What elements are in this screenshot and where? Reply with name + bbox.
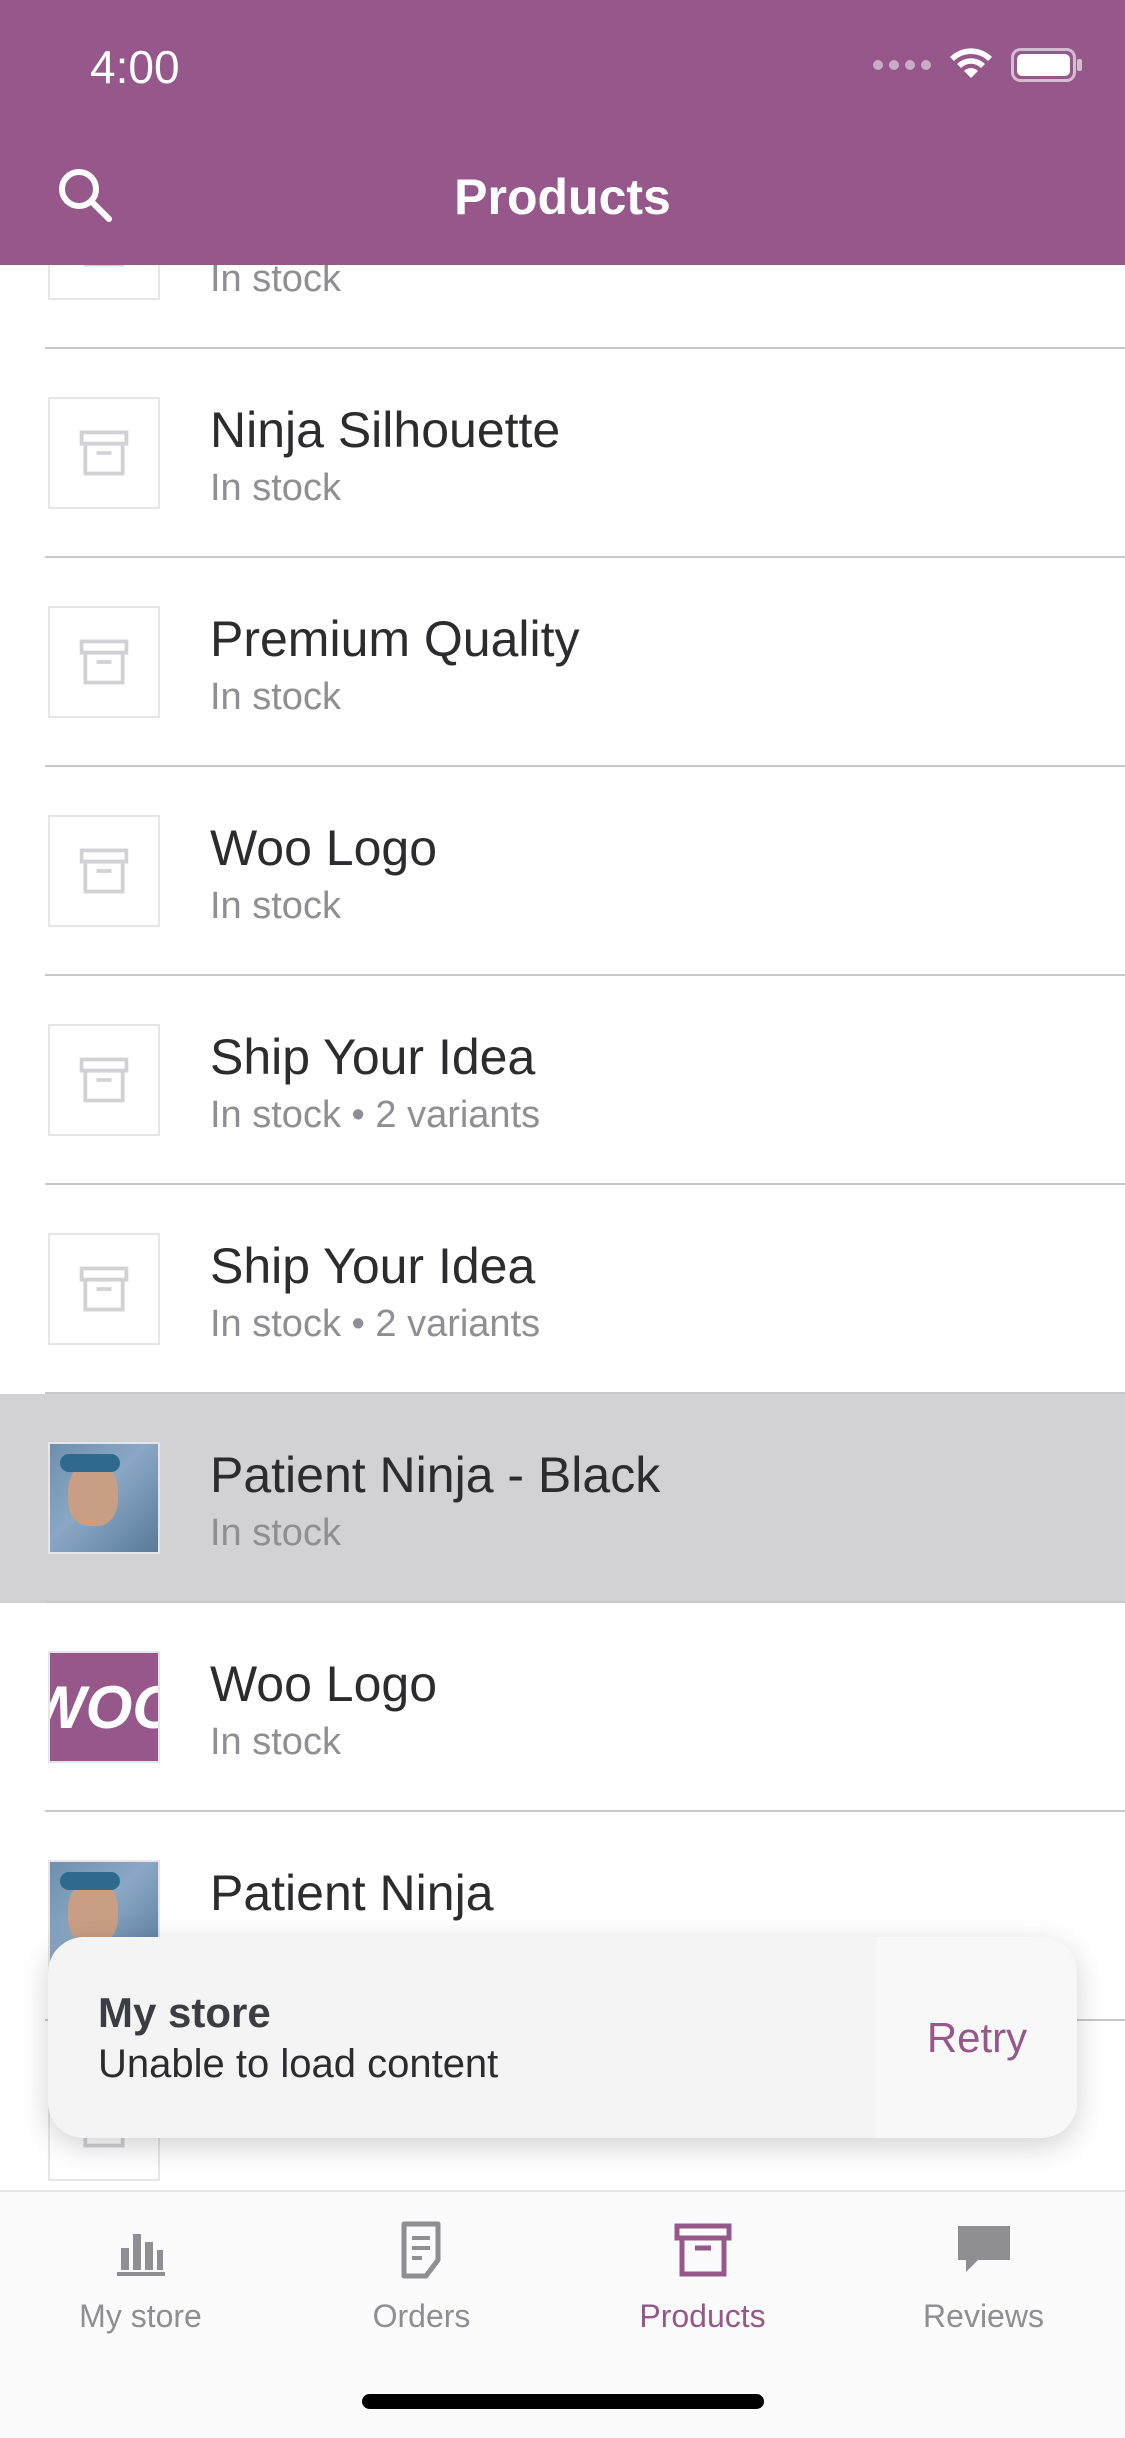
stock-label: In stock bbox=[210, 1512, 341, 1554]
bullet-separator: • bbox=[340, 1094, 376, 1136]
product-row[interactable]: Premium Quality In stock bbox=[0, 558, 1125, 767]
navigation-header: 4:00 Products bbox=[0, 0, 1125, 265]
woo-logo-thumbnail: WOO bbox=[48, 1651, 160, 1763]
product-stock-status: In stock bbox=[210, 467, 341, 510]
tab-reviews[interactable]: Reviews bbox=[843, 2192, 1124, 2352]
speech-bubble-icon bbox=[957, 2226, 1010, 2272]
product-row[interactable]: Woo Logo In stock bbox=[0, 767, 1125, 976]
product-name: Premium Quality bbox=[210, 611, 580, 667]
page-title: Products bbox=[454, 169, 671, 225]
product-name: Ship Your Idea bbox=[210, 1238, 536, 1294]
product-name: Ship Your Idea bbox=[210, 1029, 536, 1085]
product-row[interactable]: Ninja Silhouette In stock bbox=[0, 349, 1125, 558]
product-stock-status: In stock • 2 variants bbox=[210, 1094, 540, 1137]
product-placeholder-icon bbox=[48, 265, 160, 300]
product-row[interactable]: Patient Ninja - Black In stock bbox=[0, 1394, 1125, 1603]
status-bar-time: 4:00 bbox=[90, 41, 180, 93]
tab-my-store[interactable]: My store bbox=[0, 2192, 281, 2352]
tab-products[interactable]: Products bbox=[562, 2192, 843, 2352]
product-stock-status: In stock bbox=[210, 676, 341, 719]
product-placeholder-icon bbox=[48, 397, 160, 509]
product-name: Woo Logo bbox=[210, 820, 438, 876]
retry-button[interactable]: Retry bbox=[877, 1937, 1077, 2138]
product-stock-status: In stock • 2 variants bbox=[210, 1303, 540, 1346]
tab-orders[interactable]: Orders bbox=[281, 2192, 562, 2352]
stock-label: In stock bbox=[210, 265, 341, 300]
stock-label: In stock bbox=[210, 467, 341, 509]
battery-icon bbox=[1011, 48, 1083, 82]
archive-box-icon bbox=[674, 2223, 731, 2277]
bar-chart-icon bbox=[116, 2234, 165, 2276]
product-photo bbox=[48, 1442, 160, 1554]
product-name: Patient Ninja bbox=[210, 1865, 494, 1921]
product-row[interactable]: Woo NinjaIn stock bbox=[0, 265, 1125, 349]
variants-count: 2 variants bbox=[375, 1303, 541, 1345]
product-row[interactable]: Ship Your Idea In stock • 2 variants bbox=[0, 976, 1125, 1185]
product-list[interactable]: Woo NinjaIn stock Ninja Silhouette In stoc… bbox=[0, 265, 1125, 2190]
error-snackbar: My store Unable to load content Retry bbox=[48, 1937, 1077, 2138]
home-indicator bbox=[362, 2394, 764, 2409]
status-bar-indicators bbox=[873, 48, 1083, 82]
product-placeholder-icon bbox=[48, 815, 160, 927]
stock-label: In stock bbox=[210, 676, 341, 718]
cellular-signal-icon bbox=[873, 60, 931, 70]
product-row[interactable]: Ship Your Idea In stock • 2 variants bbox=[0, 1185, 1125, 1394]
variants-count: 2 variants bbox=[375, 1094, 541, 1136]
product-name: Woo Logo bbox=[210, 1656, 438, 1712]
product-stock-status: In stock bbox=[210, 1512, 341, 1555]
product-placeholder-icon bbox=[48, 1233, 160, 1345]
product-name: Patient Ninja - Black bbox=[210, 1447, 661, 1503]
snackbar-message: Unable to load content bbox=[98, 2042, 499, 2086]
tab-label: Products bbox=[639, 2298, 766, 2334]
stock-label: In stock bbox=[210, 1303, 341, 1345]
stock-label: In stock bbox=[210, 885, 341, 927]
stock-label: In stock bbox=[210, 1721, 341, 1763]
tab-label: My store bbox=[79, 2298, 202, 2334]
product-stock-status: In stock bbox=[210, 1721, 341, 1764]
product-placeholder-icon bbox=[48, 1024, 160, 1136]
tab-label: Orders bbox=[372, 2298, 471, 2334]
document-icon bbox=[401, 2221, 440, 2279]
bullet-separator: • bbox=[340, 1303, 376, 1345]
snackbar-title: My store bbox=[98, 1989, 271, 2036]
product-stock-status: In stock bbox=[210, 265, 341, 301]
product-placeholder-icon bbox=[48, 606, 160, 718]
tab-label: Reviews bbox=[923, 2298, 1044, 2334]
stock-label: In stock bbox=[210, 1094, 341, 1136]
product-stock-status: In stock bbox=[210, 885, 341, 928]
product-name: Ninja Silhouette bbox=[210, 402, 561, 458]
product-row[interactable]: WOO Woo Logo In stock bbox=[0, 1603, 1125, 1812]
wifi-icon bbox=[949, 48, 993, 82]
